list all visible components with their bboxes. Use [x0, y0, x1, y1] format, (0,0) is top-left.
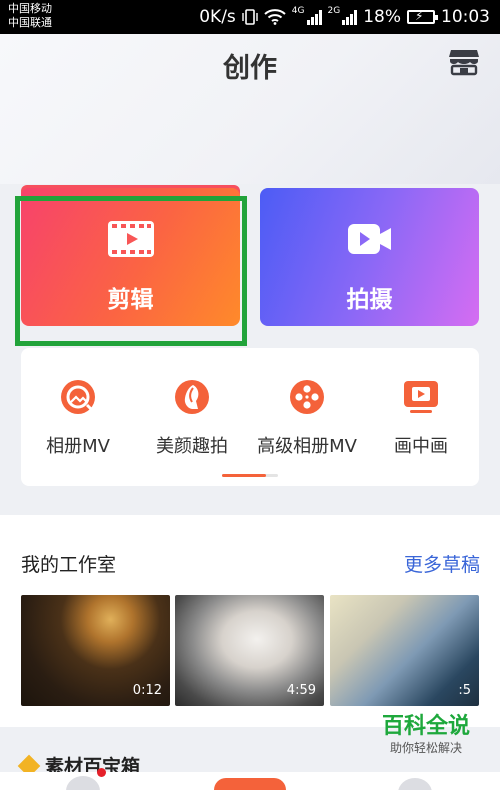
tool-album-mv[interactable]: 相册MV	[21, 378, 135, 458]
watermark: 百科全说 助你轻松解决	[366, 714, 486, 756]
draft-duration: :5	[458, 683, 471, 698]
store-icon[interactable]	[448, 46, 480, 76]
tool-advanced-album-mv[interactable]: 高级相册MV	[250, 378, 364, 458]
signal-icon	[342, 9, 358, 25]
studio-section: 我的工作室 更多草稿 0:12 4:59 :5	[0, 515, 500, 727]
page-title: 创作	[223, 53, 277, 84]
nav-home-icon[interactable]	[66, 776, 100, 790]
carrier-2: 中国联通	[8, 16, 52, 29]
status-bar: 中国移动 中国联通 0K/s 4G 2G 18% ⚡ 10:03	[0, 0, 500, 34]
tool-label: 美颜趣拍	[156, 436, 228, 457]
tool-label: 相册MV	[46, 436, 110, 457]
notification-dot	[97, 768, 106, 777]
draft-duration: 4:59	[286, 683, 316, 698]
network-type-2: 2G	[327, 5, 341, 16]
battery-icon: ⚡	[407, 9, 438, 24]
film-reel-icon	[290, 380, 324, 414]
nav-create-icon[interactable]	[214, 778, 286, 790]
watermark-sub: 助你轻松解决	[389, 741, 462, 755]
vibrate-icon	[242, 9, 258, 25]
carrier-1: 中国移动	[8, 2, 52, 15]
pip-icon	[404, 381, 438, 413]
network-type-1: 4G	[291, 5, 305, 16]
highlight-box	[15, 196, 247, 346]
video-camera-icon	[347, 224, 391, 254]
draft-thumbnail[interactable]: 0:12	[21, 595, 170, 706]
draft-thumbnail[interactable]: :5	[330, 595, 479, 706]
album-icon	[61, 380, 95, 414]
studio-title: 我的工作室	[21, 554, 117, 576]
tool-beauty-shot[interactable]: 美颜趣拍	[135, 378, 249, 458]
shoot-card[interactable]: 拍摄	[260, 188, 479, 326]
draft-duration: 0:12	[132, 683, 162, 698]
more-drafts-link[interactable]: 更多草稿	[404, 550, 480, 577]
tools-page-indicator	[222, 474, 278, 477]
nav-profile-icon[interactable]	[398, 778, 432, 790]
watermark-main: 百科全说	[381, 714, 470, 739]
draft-thumbnail[interactable]: 4:59	[175, 595, 324, 706]
clock: 10:03	[441, 7, 490, 27]
tools-panel: 相册MV 美颜趣拍 高级相册MV 画中画	[21, 348, 479, 486]
bottom-nav	[0, 768, 500, 790]
tool-label: 高级相册MV	[257, 436, 357, 457]
battery-percent: 18%	[363, 7, 401, 27]
status-icons: 0K/s 4G 2G 18% ⚡ 10:03	[199, 6, 490, 28]
network-speed: 0K/s	[199, 7, 236, 27]
wifi-icon	[264, 9, 286, 25]
beauty-icon	[175, 380, 209, 414]
shoot-card-label: 拍摄	[346, 287, 393, 313]
carriers: 中国移动 中国联通	[8, 2, 52, 30]
signal-icon	[306, 9, 322, 25]
tools-page-indicator-active	[222, 474, 266, 477]
tool-label: 画中画	[394, 436, 448, 457]
tool-picture-in-picture[interactable]: 画中画	[364, 378, 478, 458]
